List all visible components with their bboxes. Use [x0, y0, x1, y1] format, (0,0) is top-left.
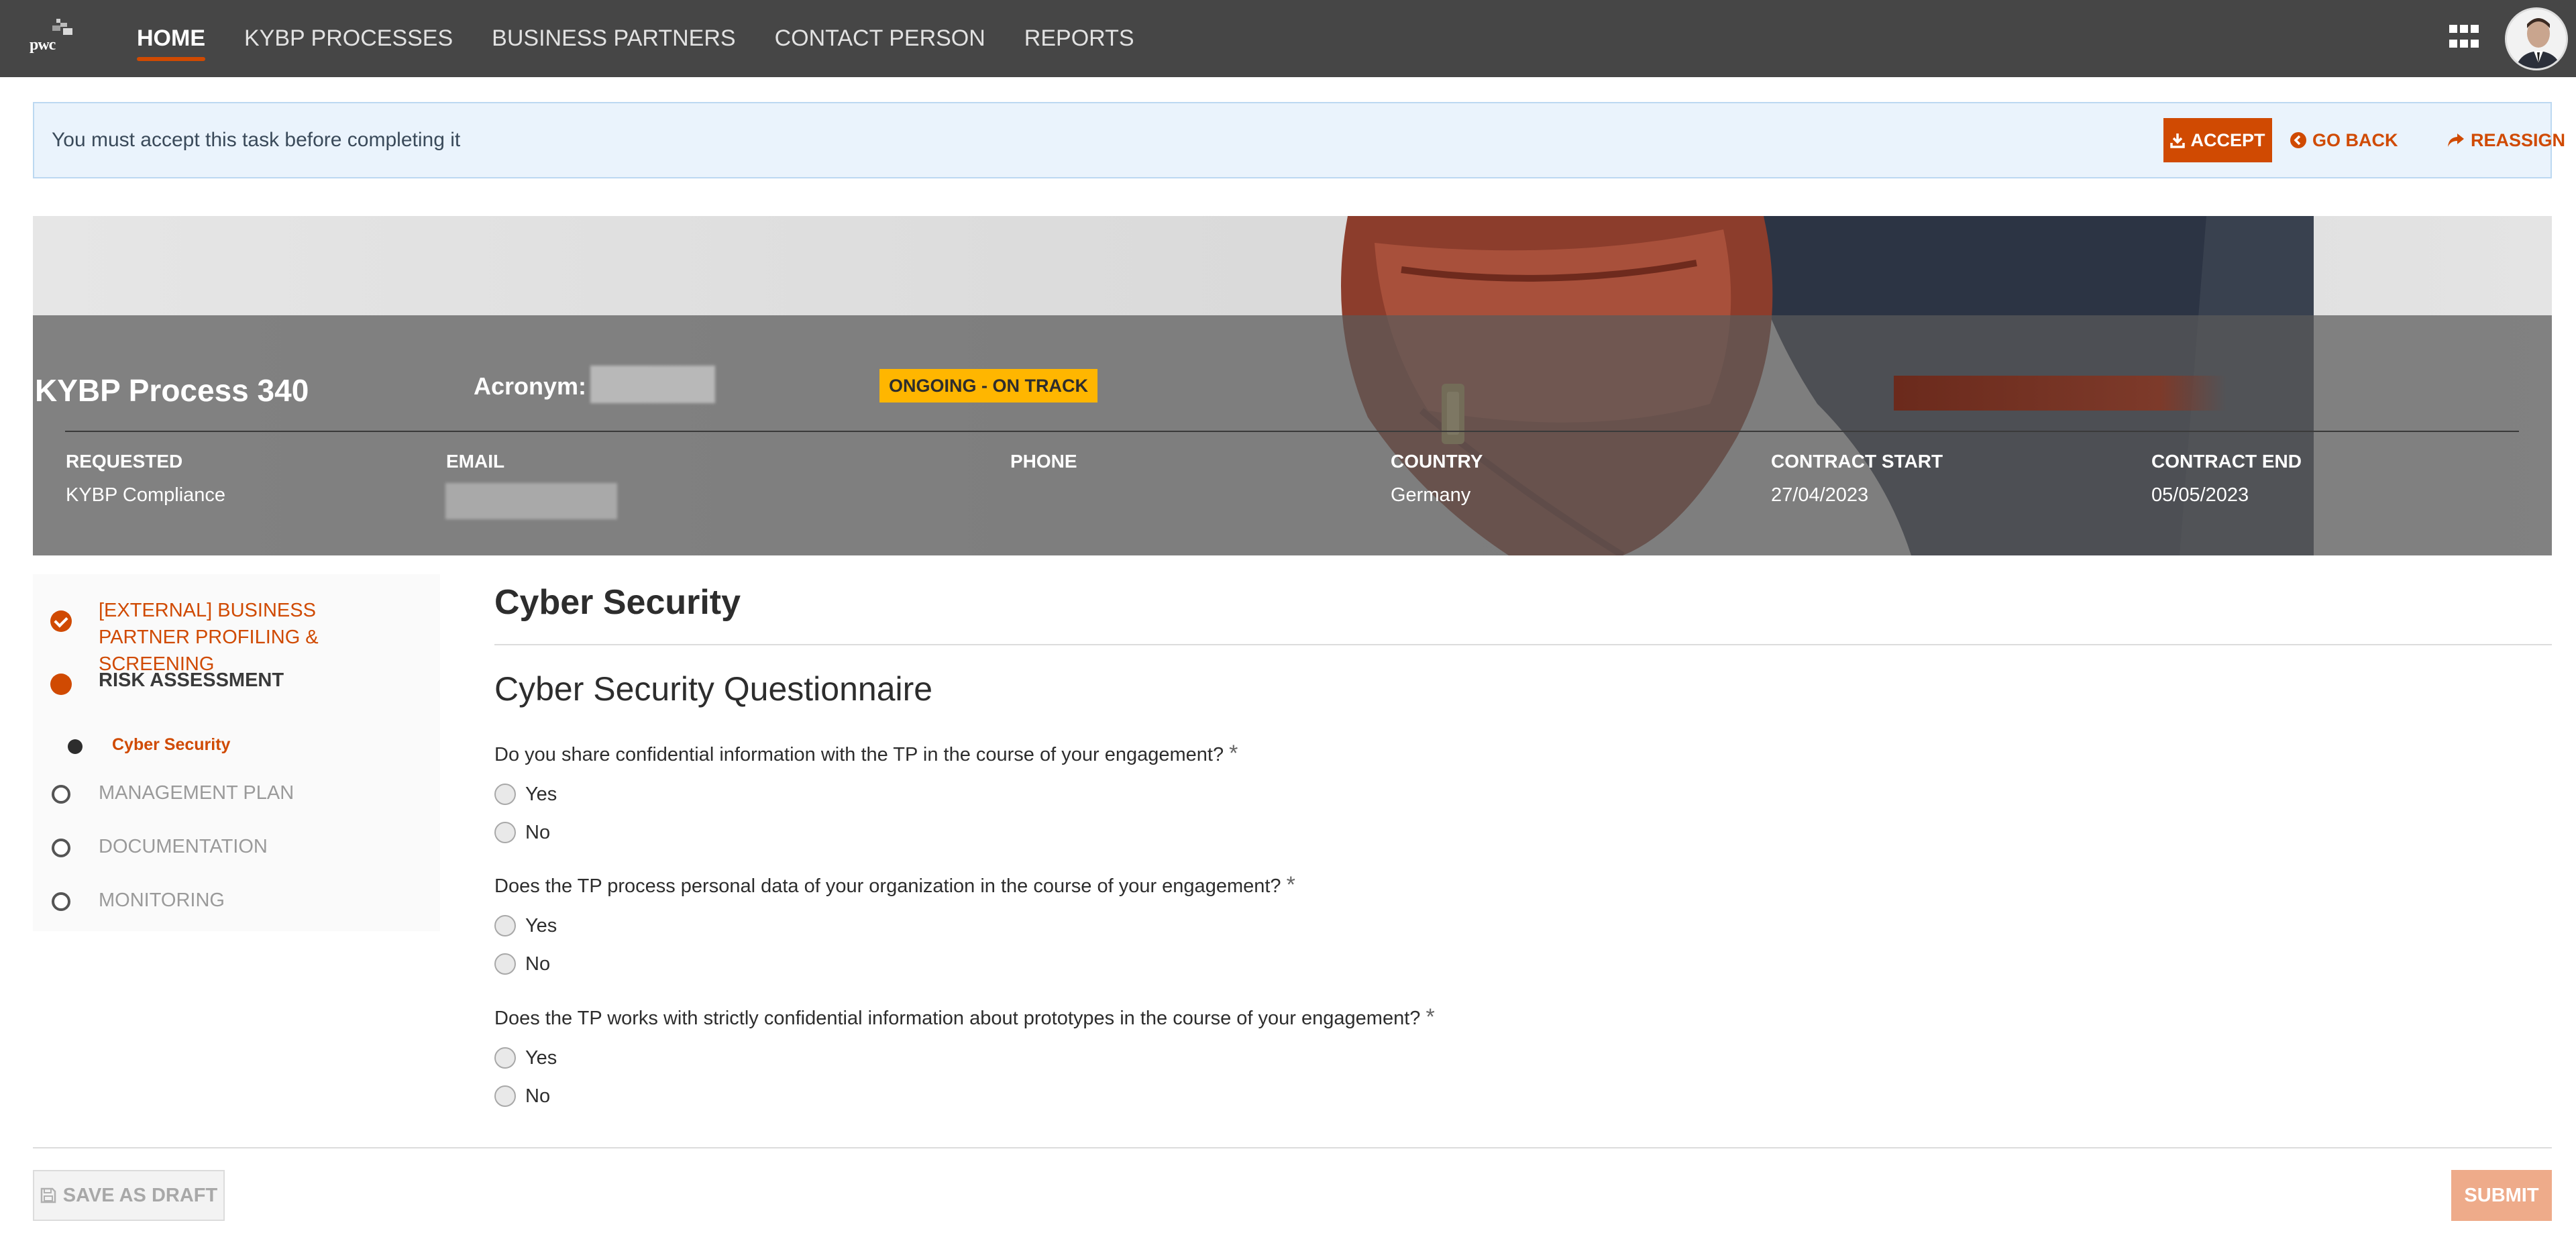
accept-button[interactable]: ACCEPT: [2163, 118, 2272, 162]
go-back-button[interactable]: GO BACK: [2290, 118, 2398, 162]
section-title: Cyber Security: [494, 583, 741, 622]
question-text: Does the TP process personal data of you…: [494, 875, 1281, 897]
status-badge: ONGOING - ON TRACK: [879, 369, 1097, 403]
question-text: Does the TP works with strictly confiden…: [494, 1008, 1421, 1029]
accept-button-label: ACCEPT: [2190, 129, 2265, 150]
step-label: DOCUMENTATION: [99, 836, 268, 857]
hero-info-band: [33, 315, 2552, 555]
contract-start-field: CONTRACT START 27/04/2023: [1771, 451, 1943, 506]
radio-button[interactable]: [494, 1047, 516, 1069]
q1-option-no[interactable]: No: [494, 819, 550, 846]
reassign-label: REASSIGN: [2471, 129, 2566, 150]
process-stepper: [EXTERNAL] BUSINESS PARTNER PROFILING & …: [33, 574, 440, 931]
contract-end-value: 05/05/2023: [2151, 484, 2249, 506]
country-value: Germany: [1391, 484, 1471, 506]
radio-button[interactable]: [494, 822, 516, 843]
option-label: Yes: [525, 914, 557, 936]
logo-blocks-icon: [52, 19, 72, 35]
email-field: EMAIL: [446, 451, 504, 484]
required-mark: *: [1286, 872, 1295, 898]
substep-dot-icon: [68, 739, 83, 754]
contract-start-label: CONTRACT START: [1771, 451, 1943, 472]
step-label: RISK ASSESSMENT: [99, 669, 284, 691]
q2-option-yes[interactable]: Yes: [494, 912, 557, 939]
step-label: MANAGEMENT PLAN: [99, 782, 294, 804]
q3-option-no[interactable]: No: [494, 1083, 550, 1110]
go-back-label: GO BACK: [2312, 129, 2398, 150]
questionnaire-title: Cyber Security Questionnaire: [494, 670, 933, 708]
nav-kybp-processes[interactable]: KYBP PROCESSES: [244, 0, 453, 77]
submit-button[interactable]: SUBMIT: [2451, 1170, 2552, 1221]
required-mark: *: [1229, 741, 1238, 766]
arrow-circle-left-icon: [2290, 132, 2306, 148]
requested-value: KYBP Compliance: [66, 484, 226, 506]
user-avatar[interactable]: [2505, 7, 2568, 70]
nav-business-partners[interactable]: BUSINESS PARTNERS: [492, 0, 735, 77]
contract-end-field: CONTRACT END 05/05/2023: [2151, 451, 2302, 506]
pwc-logo[interactable]: pwc: [30, 19, 76, 56]
top-navbar: pwc HOME KYBP PROCESSES BUSINESS PARTNER…: [0, 0, 2576, 77]
q3-option-yes[interactable]: Yes: [494, 1044, 557, 1071]
acronym-value-redacted: [590, 366, 715, 403]
country-field: COUNTRY Germany: [1391, 451, 1483, 506]
email-label: EMAIL: [446, 451, 505, 472]
option-label: No: [525, 821, 551, 843]
substep-label: Cyber Security: [112, 735, 231, 754]
requested-label: REQUESTED: [66, 451, 183, 472]
option-label: No: [525, 1085, 551, 1107]
hero-divider: [65, 431, 2519, 432]
submit-label: SUBMIT: [2464, 1184, 2539, 1206]
section-divider: [494, 644, 2552, 645]
reassign-button[interactable]: REASSIGN: [2447, 118, 2565, 162]
radio-button[interactable]: [494, 953, 516, 975]
save-as-draft-button[interactable]: SAVE AS DRAFT: [33, 1170, 225, 1221]
country-label: COUNTRY: [1391, 451, 1483, 472]
phone-label: PHONE: [1010, 451, 1077, 472]
acronym-label: Acronym:: [474, 372, 587, 400]
alert-message: You must accept this task before complet…: [52, 129, 461, 151]
q1-option-yes[interactable]: Yes: [494, 781, 557, 808]
radio-button[interactable]: [494, 1085, 516, 1107]
phone-field: PHONE: [1010, 451, 1077, 484]
nav-reports[interactable]: REPORTS: [1024, 0, 1134, 77]
nav-contact-person[interactable]: CONTACT PERSON: [775, 0, 985, 77]
empty-circle-icon: [52, 785, 70, 804]
email-value-redacted: [445, 483, 617, 519]
check-circle-icon: [50, 610, 72, 632]
active-step-dot-icon: [50, 674, 72, 695]
download-icon: [2170, 133, 2186, 148]
required-mark: *: [1426, 1004, 1435, 1030]
footer-divider: [33, 1147, 2552, 1148]
user-avatar-icon: [2507, 9, 2566, 68]
requested-field: REQUESTED KYBP Compliance: [66, 451, 225, 506]
option-label: No: [525, 953, 551, 975]
question-2: Does the TP process personal data of you…: [494, 872, 1295, 898]
share-arrow-icon: [2448, 133, 2464, 147]
step-label: [EXTERNAL] BUSINESS PARTNER PROFILING & …: [99, 600, 319, 675]
process-title: KYBP Process 340: [35, 373, 309, 408]
empty-circle-icon: [52, 892, 70, 911]
radio-button[interactable]: [494, 915, 516, 936]
option-label: Yes: [525, 783, 557, 805]
empty-circle-icon: [52, 839, 70, 857]
floppy-disk-icon: [40, 1187, 56, 1203]
save-as-draft-label: SAVE AS DRAFT: [62, 1184, 218, 1206]
q2-option-no[interactable]: No: [494, 951, 550, 977]
question-text: Do you share confidential information wi…: [494, 744, 1224, 765]
nav-home[interactable]: HOME: [137, 0, 205, 77]
step-label: MONITORING: [99, 890, 225, 911]
accept-task-alert: You must accept this task before complet…: [33, 102, 2565, 178]
option-label: Yes: [525, 1047, 557, 1069]
partner-name-redacted: [1894, 376, 2226, 411]
contract-start-value: 27/04/2023: [1771, 484, 1869, 506]
radio-button[interactable]: [494, 784, 516, 805]
logo-text: pwc: [30, 36, 56, 54]
contract-end-label: CONTRACT END: [2151, 451, 2302, 472]
question-1: Do you share confidential information wi…: [494, 741, 1238, 767]
grid-icon[interactable]: [2449, 25, 2479, 52]
main-nav: HOME KYBP PROCESSES BUSINESS PARTNERS CO…: [137, 0, 1134, 77]
question-3: Does the TP works with strictly confiden…: [494, 1004, 1435, 1030]
